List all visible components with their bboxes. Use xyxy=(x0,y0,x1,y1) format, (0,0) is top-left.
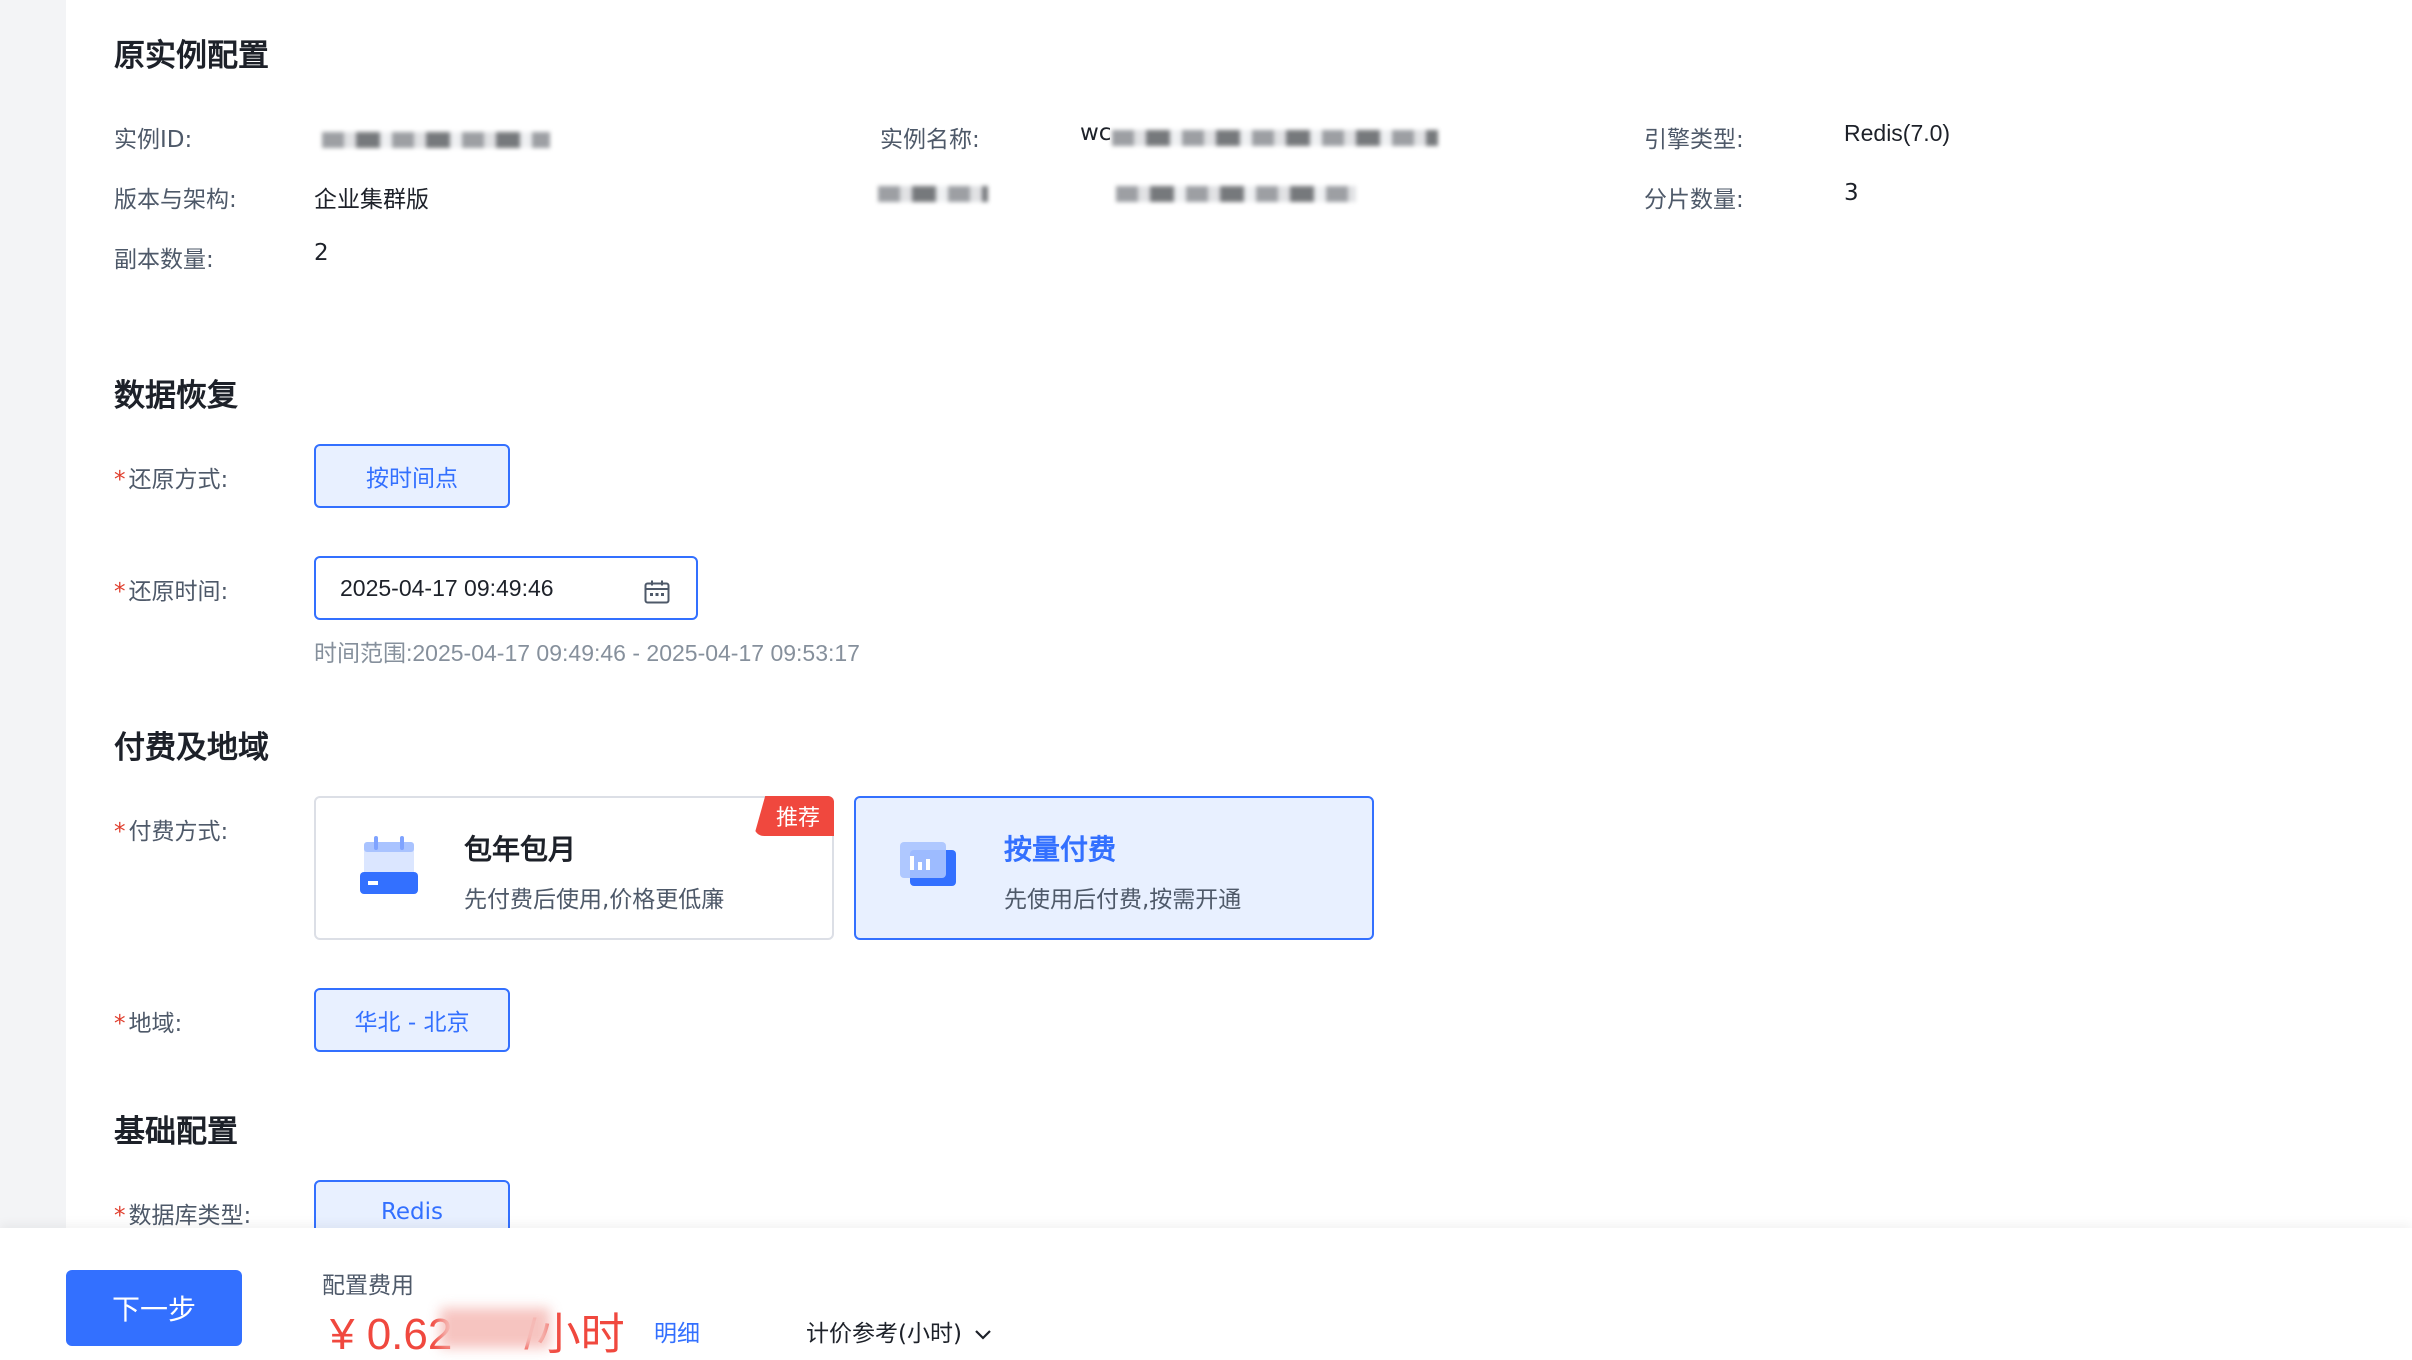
instance-id-label: 实例ID: xyxy=(114,127,193,153)
field-value-redacted xyxy=(1116,186,1356,202)
payment-option-pay-as-you-go-title: 按量付费 xyxy=(1004,833,1117,866)
section-title-billing-region: 付费及地域 xyxy=(114,730,269,766)
fee-detail-link[interactable]: 明细 xyxy=(654,1314,700,1348)
version-value: 企业集群版 xyxy=(314,187,429,213)
engine-type-label: 引擎类型: xyxy=(1644,127,1744,153)
annual-plan-icon xyxy=(360,836,418,894)
instance-name-label: 实例名称: xyxy=(880,127,980,153)
payment-option-annual-title: 包年包月 xyxy=(464,833,577,866)
engine-type-value: Redis(7.0) xyxy=(1844,120,1951,146)
price-reference-dropdown[interactable]: 计价参考(小时) xyxy=(806,1314,993,1348)
restore-time-label: * 还原时间: xyxy=(114,579,229,605)
section-title-original-config: 原实例配置 xyxy=(114,38,269,74)
left-gutter xyxy=(0,0,66,1360)
payment-option-annual[interactable]: 包年包月 先付费后使用,价格更低廉 推荐 xyxy=(314,796,834,940)
replica-count-label: 副本数量: xyxy=(114,247,214,273)
db-type-label: * 数据库类型: xyxy=(114,1203,252,1228)
recommended-badge: 推荐 xyxy=(754,796,834,836)
db-type-redis-button[interactable]: Redis xyxy=(314,1180,510,1228)
payment-method-label: * 付费方式: xyxy=(114,819,229,845)
region-label: * 地域: xyxy=(114,1011,183,1037)
version-label: 版本与架构: xyxy=(114,187,237,213)
footer-bar: 下一步 配置费用 ¥ 0.62/小时 明细 计价参考(小时) xyxy=(0,1228,2412,1360)
restore-time-value: 2025-04-17 09:49:46 xyxy=(340,574,554,601)
next-step-button[interactable]: 下一步 xyxy=(66,1270,242,1346)
field-label-redacted xyxy=(878,186,988,202)
fee-amount-prefix: ¥ 0.62 xyxy=(330,1310,453,1359)
restore-method-label: * 还原方式: xyxy=(114,467,229,493)
replica-count-value: 2 xyxy=(314,240,329,266)
fee-label: 配置费用 xyxy=(322,1273,414,1299)
section-title-data-recovery: 数据恢复 xyxy=(114,378,238,414)
restore-method-point-in-time-button[interactable]: 按时间点 xyxy=(314,444,510,508)
shard-count-value: 3 xyxy=(1844,180,1859,206)
chevron-down-icon xyxy=(975,1330,992,1340)
payment-option-annual-desc: 先付费后使用,价格更低廉 xyxy=(464,887,725,913)
payment-option-pay-as-you-go[interactable]: 按量付费 先使用后付费,按需开通 xyxy=(854,796,1374,940)
calendar-icon[interactable] xyxy=(644,580,670,604)
main-content: 原实例配置 实例ID: 实例名称: wc 引擎类型: Redis(7.0) 版本… xyxy=(66,0,2412,1228)
shard-count-label: 分片数量: xyxy=(1644,187,1744,213)
section-title-basic-config: 基础配置 xyxy=(114,1114,238,1150)
region-beijing-button[interactable]: 华北 - 北京 xyxy=(314,988,510,1052)
restore-time-input[interactable]: 2025-04-17 09:49:46 xyxy=(314,556,698,620)
payment-option-pay-as-you-go-desc: 先使用后付费,按需开通 xyxy=(1004,887,1242,913)
price-reference-label: 计价参考(小时) xyxy=(806,1321,962,1347)
instance-name-value: wc xyxy=(1080,120,1112,146)
instance-name-redacted xyxy=(1112,130,1438,146)
pay-as-you-go-icon xyxy=(900,842,956,886)
fee-amount-redacted xyxy=(440,1308,550,1348)
time-range-hint: 时间范围:2025-04-17 09:49:46 - 2025-04-17 09… xyxy=(314,640,860,666)
instance-id-redacted xyxy=(322,132,550,148)
